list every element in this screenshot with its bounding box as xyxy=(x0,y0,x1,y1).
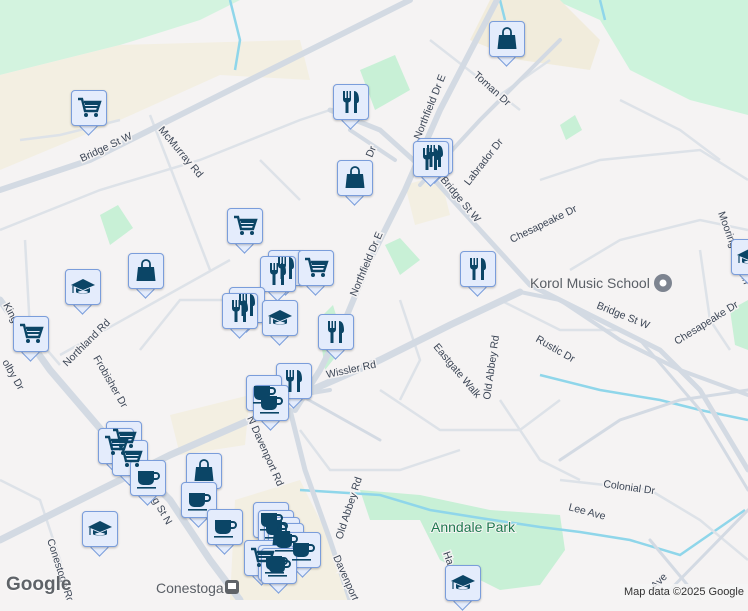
graduation-cap-icon xyxy=(87,516,113,542)
shopping-cart-icon xyxy=(232,213,258,239)
coffee-cup-icon xyxy=(186,487,212,513)
park-label-anndale-park: Anndale Park xyxy=(431,519,516,535)
road-label-chesapeake-dr: Chesapeake Dr xyxy=(672,298,741,347)
shopping-bag-icon xyxy=(342,165,368,191)
road-label-chesapeake-dr: Chesapeake Dr xyxy=(508,203,579,246)
fork-knife-icon xyxy=(281,368,307,394)
shopping-bag-icon xyxy=(494,26,520,52)
land-areas xyxy=(0,0,748,600)
road-label-frobisher-dr: Frobisher Dr xyxy=(90,354,130,411)
fork-knife-icon xyxy=(227,298,253,324)
road-label-wissler-rd: Wissler Rd xyxy=(325,359,377,381)
road-label-old-abbey-rd: Old Abbey Rd xyxy=(333,475,364,540)
map-marker-restaurant[interactable] xyxy=(333,84,369,130)
road-label-colby-dr: olby Dr xyxy=(0,358,27,393)
graduation-cap-icon xyxy=(450,570,476,596)
shopping-bag-icon xyxy=(133,258,159,284)
coffee-cup-icon xyxy=(258,390,284,416)
road-label-bridge-st-w: Bridge St W xyxy=(78,130,134,165)
map-marker-cafe[interactable] xyxy=(207,509,243,555)
google-logo: Google xyxy=(6,574,72,595)
fork-knife-icon xyxy=(323,319,349,345)
place-label-conestoga: Conestoga xyxy=(156,580,224,596)
shopping-bag-icon xyxy=(191,458,217,484)
graduation-cap-icon xyxy=(267,305,293,331)
road-label-eastgate-walk: Eastgate Walk xyxy=(431,341,484,401)
road-label-old-abbey-rd: Old Abbey Rd xyxy=(481,334,502,400)
fork-knife-icon xyxy=(418,146,444,172)
graduation-cap-icon xyxy=(70,274,96,300)
map-marker-school[interactable] xyxy=(262,300,298,346)
road-label-lee-ave: Lee Ave xyxy=(567,501,607,522)
map-marker-grocery[interactable] xyxy=(13,316,49,362)
map-marker-restaurant[interactable] xyxy=(413,141,449,187)
map-marker-restaurant[interactable] xyxy=(460,251,496,297)
map-marker-cafe[interactable] xyxy=(253,385,289,431)
map-marker-grocery[interactable] xyxy=(227,208,263,254)
map-marker-school[interactable] xyxy=(731,239,748,285)
coffee-cup-icon xyxy=(135,465,161,491)
map-marker-school[interactable] xyxy=(65,269,101,315)
map-marker-shopping[interactable] xyxy=(337,160,373,206)
map-marker-school[interactable] xyxy=(445,565,481,611)
fork-knife-icon xyxy=(265,261,291,287)
map-marker-school[interactable] xyxy=(82,511,118,557)
map-marker-cafe[interactable] xyxy=(261,548,297,594)
coffee-cup-icon xyxy=(290,537,316,563)
shopping-cart-icon xyxy=(76,95,102,121)
fork-knife-icon xyxy=(465,256,491,282)
map-marker-restaurant[interactable] xyxy=(260,256,296,302)
map-marker-grocery[interactable] xyxy=(298,250,334,296)
map-attribution[interactable]: Map data ©2025 Google xyxy=(619,584,748,600)
transit-station-icon[interactable] xyxy=(225,580,239,594)
map-canvas[interactable]: Bridge St W Northfield Dr E Northfield D… xyxy=(0,0,748,600)
coffee-cup-icon xyxy=(212,514,238,540)
map-marker-restaurant[interactable] xyxy=(222,293,258,339)
coffee-cup-icon xyxy=(266,553,292,579)
map-marker-cafe[interactable] xyxy=(130,460,166,506)
map-marker-shopping[interactable] xyxy=(489,21,525,67)
road-label-labrador-dr: Labrador Dr xyxy=(462,136,506,188)
map-marker-grocery[interactable] xyxy=(71,90,107,136)
map-marker-shopping[interactable] xyxy=(128,253,164,299)
shopping-cart-icon xyxy=(303,255,329,281)
road-label-northfield-dr-e: Northfield Dr E xyxy=(348,230,386,298)
graduation-cap-icon xyxy=(736,244,748,270)
road-label-colonial-dr: Colonial Dr xyxy=(603,478,657,497)
road-label-rustic-dr: Rustic Dr xyxy=(534,333,578,365)
map-marker-restaurant[interactable] xyxy=(318,314,354,360)
place-pin-icon[interactable] xyxy=(654,274,672,292)
poi-label-korol-music-school: Korol Music School xyxy=(530,275,650,291)
shopping-cart-icon xyxy=(18,321,44,347)
fork-knife-icon xyxy=(338,89,364,115)
